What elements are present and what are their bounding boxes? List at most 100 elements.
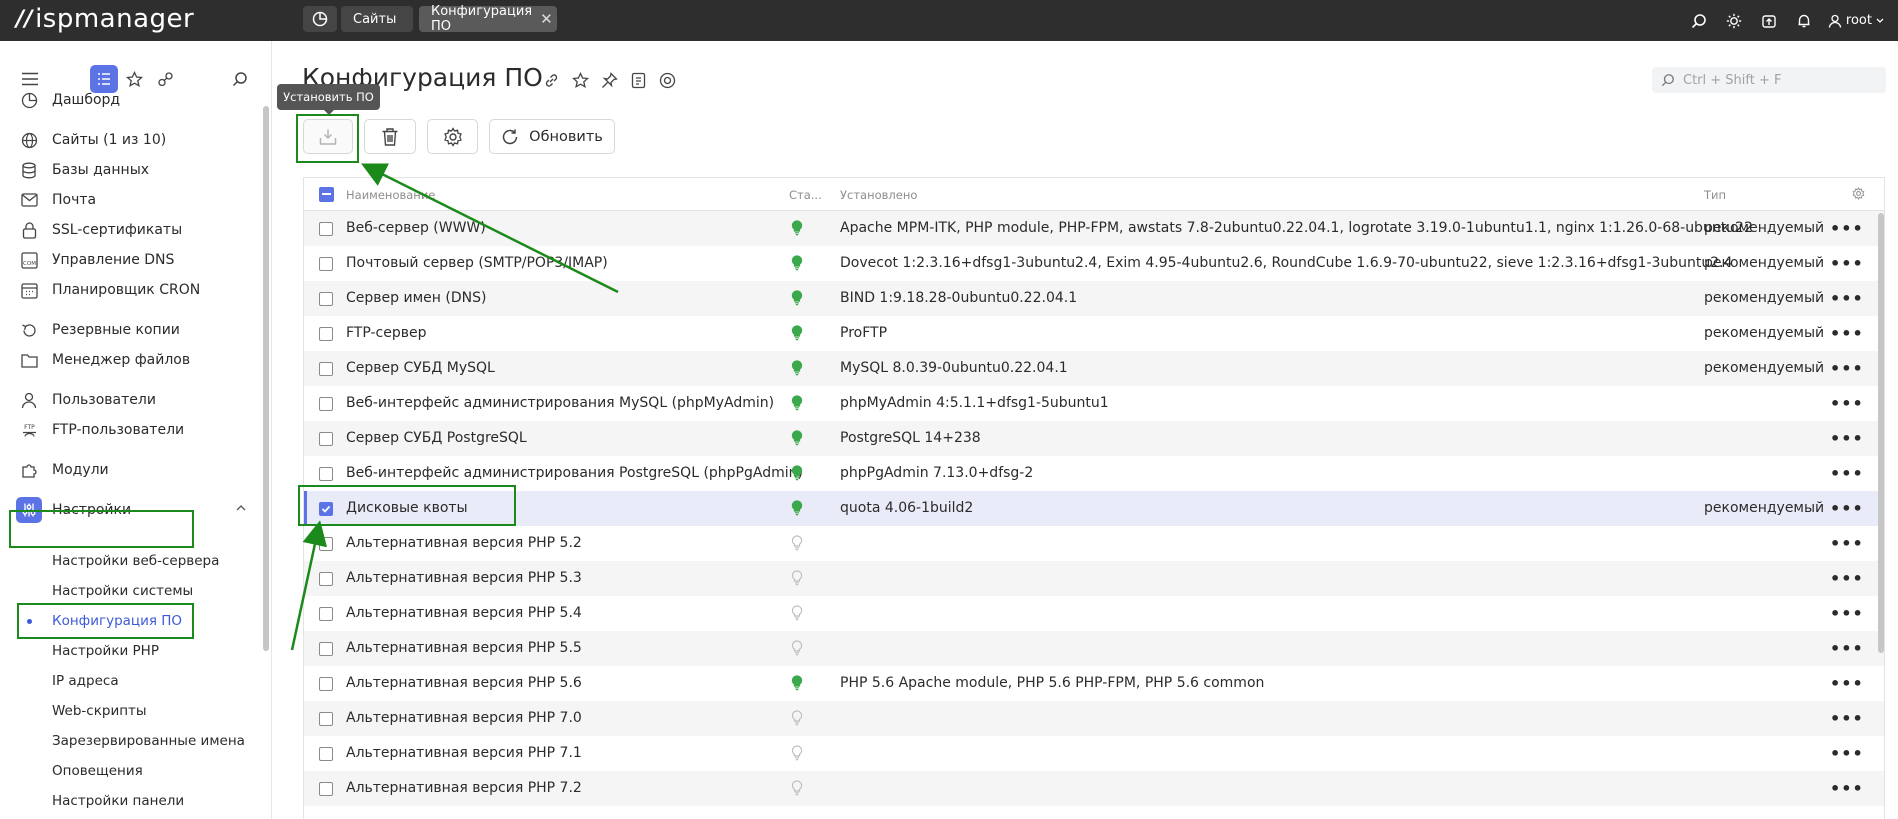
dashboard-tab-icon[interactable] [303, 6, 337, 32]
search-icon[interactable] [1682, 0, 1717, 41]
table-row[interactable]: Альтернативная версия PHP 5.2 ••• [304, 526, 1884, 561]
table-row[interactable]: Сервер СУБД MySQL MySQL 8.0.39-0ubuntu0.2… [304, 351, 1884, 386]
column-header-status[interactable]: Ста... [789, 188, 822, 202]
sidebar-subitem-system-settings[interactable]: Настройки системы [52, 579, 193, 603]
row-checkbox[interactable] [319, 782, 333, 796]
sidebar-subitem-php-settings[interactable]: Настройки PHP [52, 639, 159, 663]
more-actions-icon[interactable]: ••• [1830, 359, 1864, 378]
sidebar-item-databases[interactable]: Базы данных [0, 156, 262, 184]
sidebar-item-ftp-users[interactable]: FTP FTP-пользователи [0, 416, 262, 444]
star-icon[interactable] [570, 70, 590, 90]
sidebar-item-sites[interactable]: Сайты (1 из 10) [0, 126, 262, 154]
table-row[interactable]: Альтернативная версия PHP 5.3 ••• [304, 561, 1884, 596]
table-scrollbar[interactable] [1878, 213, 1884, 653]
sidebar-item-backups[interactable]: Резервные копии [0, 316, 262, 344]
more-actions-icon[interactable]: ••• [1830, 219, 1864, 238]
table-row[interactable]: Альтернативная версия PHP 7.1 ••• [304, 736, 1884, 771]
bell-icon[interactable] [1787, 0, 1822, 41]
sidebar-item-ssl[interactable]: SSL-сертификаты [0, 216, 262, 244]
row-checkbox[interactable] [319, 432, 333, 446]
row-checkbox[interactable] [319, 257, 333, 271]
column-header-installed[interactable]: Установлено [840, 188, 917, 202]
more-actions-icon[interactable]: ••• [1830, 534, 1864, 553]
logo[interactable]: // ispmanager [16, 3, 194, 35]
close-icon[interactable]: ✕ [540, 10, 553, 28]
row-checkbox[interactable] [319, 572, 333, 586]
table-row[interactable]: Альтернативная версия PHP 5.5 ••• [304, 631, 1884, 666]
column-header-name[interactable]: Наименование [346, 188, 435, 202]
more-actions-icon[interactable]: ••• [1830, 639, 1864, 658]
row-checkbox[interactable] [319, 327, 333, 341]
sidebar-item-users[interactable]: Пользователи [0, 386, 262, 414]
table-row[interactable]: Альтернативная версия PHP 7.0 ••• [304, 701, 1884, 736]
more-actions-icon[interactable]: ••• [1830, 779, 1864, 798]
top-bar: // ispmanager Сайты Конфигурация ПО ✕ ro… [0, 0, 1898, 41]
more-actions-icon[interactable]: ••• [1830, 429, 1864, 448]
table-row[interactable]: Дисковые квоты quota 4.06-1build2 рекоменд… [304, 491, 1884, 526]
more-actions-icon[interactable]: ••• [1830, 604, 1864, 623]
tab-sites[interactable]: Сайты [341, 6, 413, 32]
table-row[interactable]: Сервер имен (DNS) BIND 1:9.18.28-0ubuntu0… [304, 281, 1884, 316]
sidebar-subitem-web-scripts[interactable]: Web-скрипты [52, 699, 147, 723]
sidebar-subitem-web-server-settings[interactable]: Настройки веб-сервера [52, 549, 219, 573]
row-installed: Apache MPM-ITK, PHP module, PHP-FPM, aws… [840, 220, 1753, 236]
row-checkbox[interactable] [319, 292, 333, 306]
sidebar-subitem-reserved-names[interactable]: Зарезервированные имена [52, 729, 245, 753]
upload-icon[interactable] [1752, 0, 1787, 41]
row-checkbox[interactable] [319, 607, 333, 621]
select-all-checkbox[interactable] [319, 187, 334, 202]
row-checkbox[interactable] [319, 642, 333, 656]
table-row[interactable]: Веб-сервер (WWW) Apache MPM-ITK, PHP modu… [304, 211, 1884, 246]
sidebar-subitem-notifications[interactable]: Оповещения [52, 759, 143, 783]
row-checkbox[interactable] [319, 362, 333, 376]
more-actions-icon[interactable]: ••• [1830, 674, 1864, 693]
sidebar-item-dns[interactable]: COM Управление DNS [0, 246, 262, 274]
column-header-type[interactable]: Тип [1704, 188, 1726, 202]
sidebar-item-cron[interactable]: Планировщик CRON [0, 276, 262, 304]
theme-sun-icon[interactable] [1717, 0, 1752, 41]
row-checkbox[interactable] [319, 222, 333, 236]
more-actions-icon[interactable]: ••• [1830, 394, 1864, 413]
table-row[interactable]: Альтернативная версия PHP 5.4 ••• [304, 596, 1884, 631]
more-actions-icon[interactable]: ••• [1830, 709, 1864, 728]
table-row[interactable]: FTP-сервер ProFTP рекомендуемый ••• [304, 316, 1884, 351]
global-search[interactable]: Ctrl + Shift + F [1652, 67, 1886, 93]
table-row[interactable]: Альтернативная версия PHP 7.2 ••• [304, 771, 1884, 806]
row-checkbox[interactable] [319, 747, 333, 761]
more-actions-icon[interactable]: ••• [1830, 289, 1864, 308]
more-actions-icon[interactable]: ••• [1830, 744, 1864, 763]
table-row[interactable]: Веб-интерфейс администрирования MySQL (p… [304, 386, 1884, 421]
table-row[interactable]: Сервер СУБД PostgreSQL PostgreSQL 14+238 •… [304, 421, 1884, 456]
refresh-button[interactable]: Обновить [489, 119, 615, 154]
sidebar-item-mail[interactable]: Почта [0, 186, 262, 214]
row-checkbox[interactable] [319, 677, 333, 691]
help-lifebuoy-icon[interactable] [657, 70, 677, 90]
tab-software-config[interactable]: Конфигурация ПО ✕ [419, 4, 557, 34]
more-actions-icon[interactable]: ••• [1830, 464, 1864, 483]
sidebar-item-modules[interactable]: Модули [0, 456, 262, 484]
more-actions-icon[interactable]: ••• [1830, 569, 1864, 588]
link-icon[interactable] [541, 70, 561, 90]
document-icon[interactable] [628, 70, 648, 90]
row-checkbox[interactable] [319, 467, 333, 481]
column-settings-icon[interactable] [1852, 186, 1865, 203]
row-checkbox[interactable] [319, 712, 333, 726]
row-checkbox[interactable] [319, 537, 333, 551]
table-row[interactable]: Почтовый сервер (SMTP/POP3/IMAP) Dovecot … [304, 246, 1884, 281]
row-checkbox[interactable] [319, 397, 333, 411]
chevron-up-icon[interactable] [236, 504, 246, 511]
more-actions-icon[interactable]: ••• [1830, 254, 1864, 273]
sidebar-subitem-ip-addresses[interactable]: IP адреса [52, 669, 119, 693]
sidebar-subitem-panel-settings[interactable]: Настройки панели [52, 789, 184, 813]
more-actions-icon[interactable]: ••• [1830, 324, 1864, 343]
user-menu[interactable]: root [1822, 13, 1898, 28]
sidebar-scrollbar[interactable] [263, 106, 269, 651]
settings-button[interactable] [427, 119, 478, 154]
more-actions-icon[interactable]: ••• [1830, 499, 1864, 518]
sidebar-item-dashboard[interactable]: Дашборд [0, 86, 262, 114]
sidebar-item-file-manager[interactable]: Менеджер файлов [0, 346, 262, 374]
table-row[interactable]: Альтернативная версия PHP 5.6 PHP 5.6 Apa… [304, 666, 1884, 701]
pin-icon[interactable] [599, 70, 619, 90]
table-row[interactable]: Веб-интерфейс администрирования PostgreS… [304, 456, 1884, 491]
delete-button[interactable] [364, 119, 416, 154]
